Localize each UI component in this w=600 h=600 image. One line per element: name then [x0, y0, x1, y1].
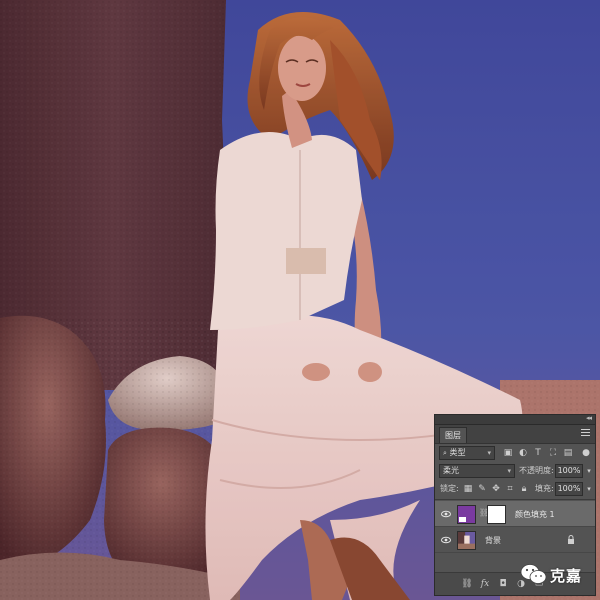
panel-title-strip: ◂◂	[435, 414, 595, 425]
lock-all-icon[interactable]: 🔒︎	[519, 484, 529, 494]
search-icon: ⌕	[443, 449, 447, 457]
fill-input[interactable]: 100%	[555, 482, 583, 496]
fill-dropdown-icon[interactable]: ▾	[584, 484, 594, 494]
watermark: 克嘉	[520, 562, 594, 588]
lock-position-icon[interactable]: ✥	[491, 484, 501, 494]
lock-row: 锁定: ▦ ✎ ✥ ⌗ 🔒︎ 填充: 100% ▾	[435, 480, 595, 498]
panel-menu-icon[interactable]	[581, 429, 590, 437]
lock-transparency-icon[interactable]: ▦	[463, 484, 473, 494]
type-filter-icon[interactable]: T	[533, 448, 543, 458]
adjustment-filter-icon[interactable]: ◐	[518, 448, 528, 458]
pixel-filter-icon[interactable]: ▣	[503, 448, 513, 458]
blend-mode-value: 柔光	[443, 466, 459, 475]
eye-icon[interactable]	[441, 535, 451, 545]
fx-icon[interactable]: fx	[479, 578, 491, 590]
eye-icon[interactable]	[441, 509, 451, 519]
lock-pixels-icon[interactable]: ✎	[477, 484, 487, 494]
lock-icon	[568, 535, 574, 544]
layer-row-background[interactable]: 背景	[435, 527, 595, 553]
layer-mask-thumbnail[interactable]	[487, 505, 506, 524]
chevron-down-icon: ▾	[507, 467, 511, 475]
collapse-panel-icon[interactable]: ◂◂	[586, 414, 592, 422]
layer-row-color-fill[interactable]: ⛓ 颜色填充 1	[435, 501, 595, 527]
shape-filter-icon[interactable]: ⛶	[548, 448, 558, 458]
lock-artboard-icon[interactable]: ⌗	[505, 484, 515, 494]
wechat-icon	[520, 564, 547, 584]
blend-mode-select[interactable]: 柔光 ▾	[439, 464, 515, 478]
opacity-label: 不透明度:	[519, 466, 554, 475]
lock-label: 锁定:	[440, 484, 459, 493]
add-mask-icon[interactable]: ◘	[497, 578, 509, 590]
chevron-down-icon: ▾	[487, 449, 491, 457]
opacity-input[interactable]: 100%	[555, 464, 583, 478]
panel-tab-bar: 图层	[435, 425, 595, 444]
watermark-text: 克嘉	[550, 567, 583, 585]
filter-kind-select[interactable]: ⌕ 类型 ▾	[439, 446, 495, 460]
filter-kind-value: 类型	[449, 448, 466, 457]
smart-object-filter-icon[interactable]: ▤	[563, 448, 573, 458]
layer-name[interactable]: 颜色填充 1	[515, 509, 555, 520]
tab-layers[interactable]: 图层	[439, 427, 467, 443]
fill-swatch-thumbnail[interactable]	[457, 505, 476, 524]
filter-toggle-icon[interactable]: ●	[581, 448, 591, 458]
link-layers-icon[interactable]: ⛓	[461, 578, 473, 590]
background-thumbnail[interactable]	[457, 531, 476, 550]
opacity-dropdown-icon[interactable]: ▾	[584, 466, 594, 476]
layer-filter-row: ⌕ 类型 ▾ ▣ ◐ T ⛶ ▤ ●	[435, 444, 595, 462]
divider	[435, 499, 595, 500]
layer-name[interactable]: 背景	[485, 535, 501, 546]
fill-label: 填充:	[535, 484, 554, 493]
blend-row: 柔光 ▾ 不透明度: 100% ▾	[435, 462, 595, 480]
